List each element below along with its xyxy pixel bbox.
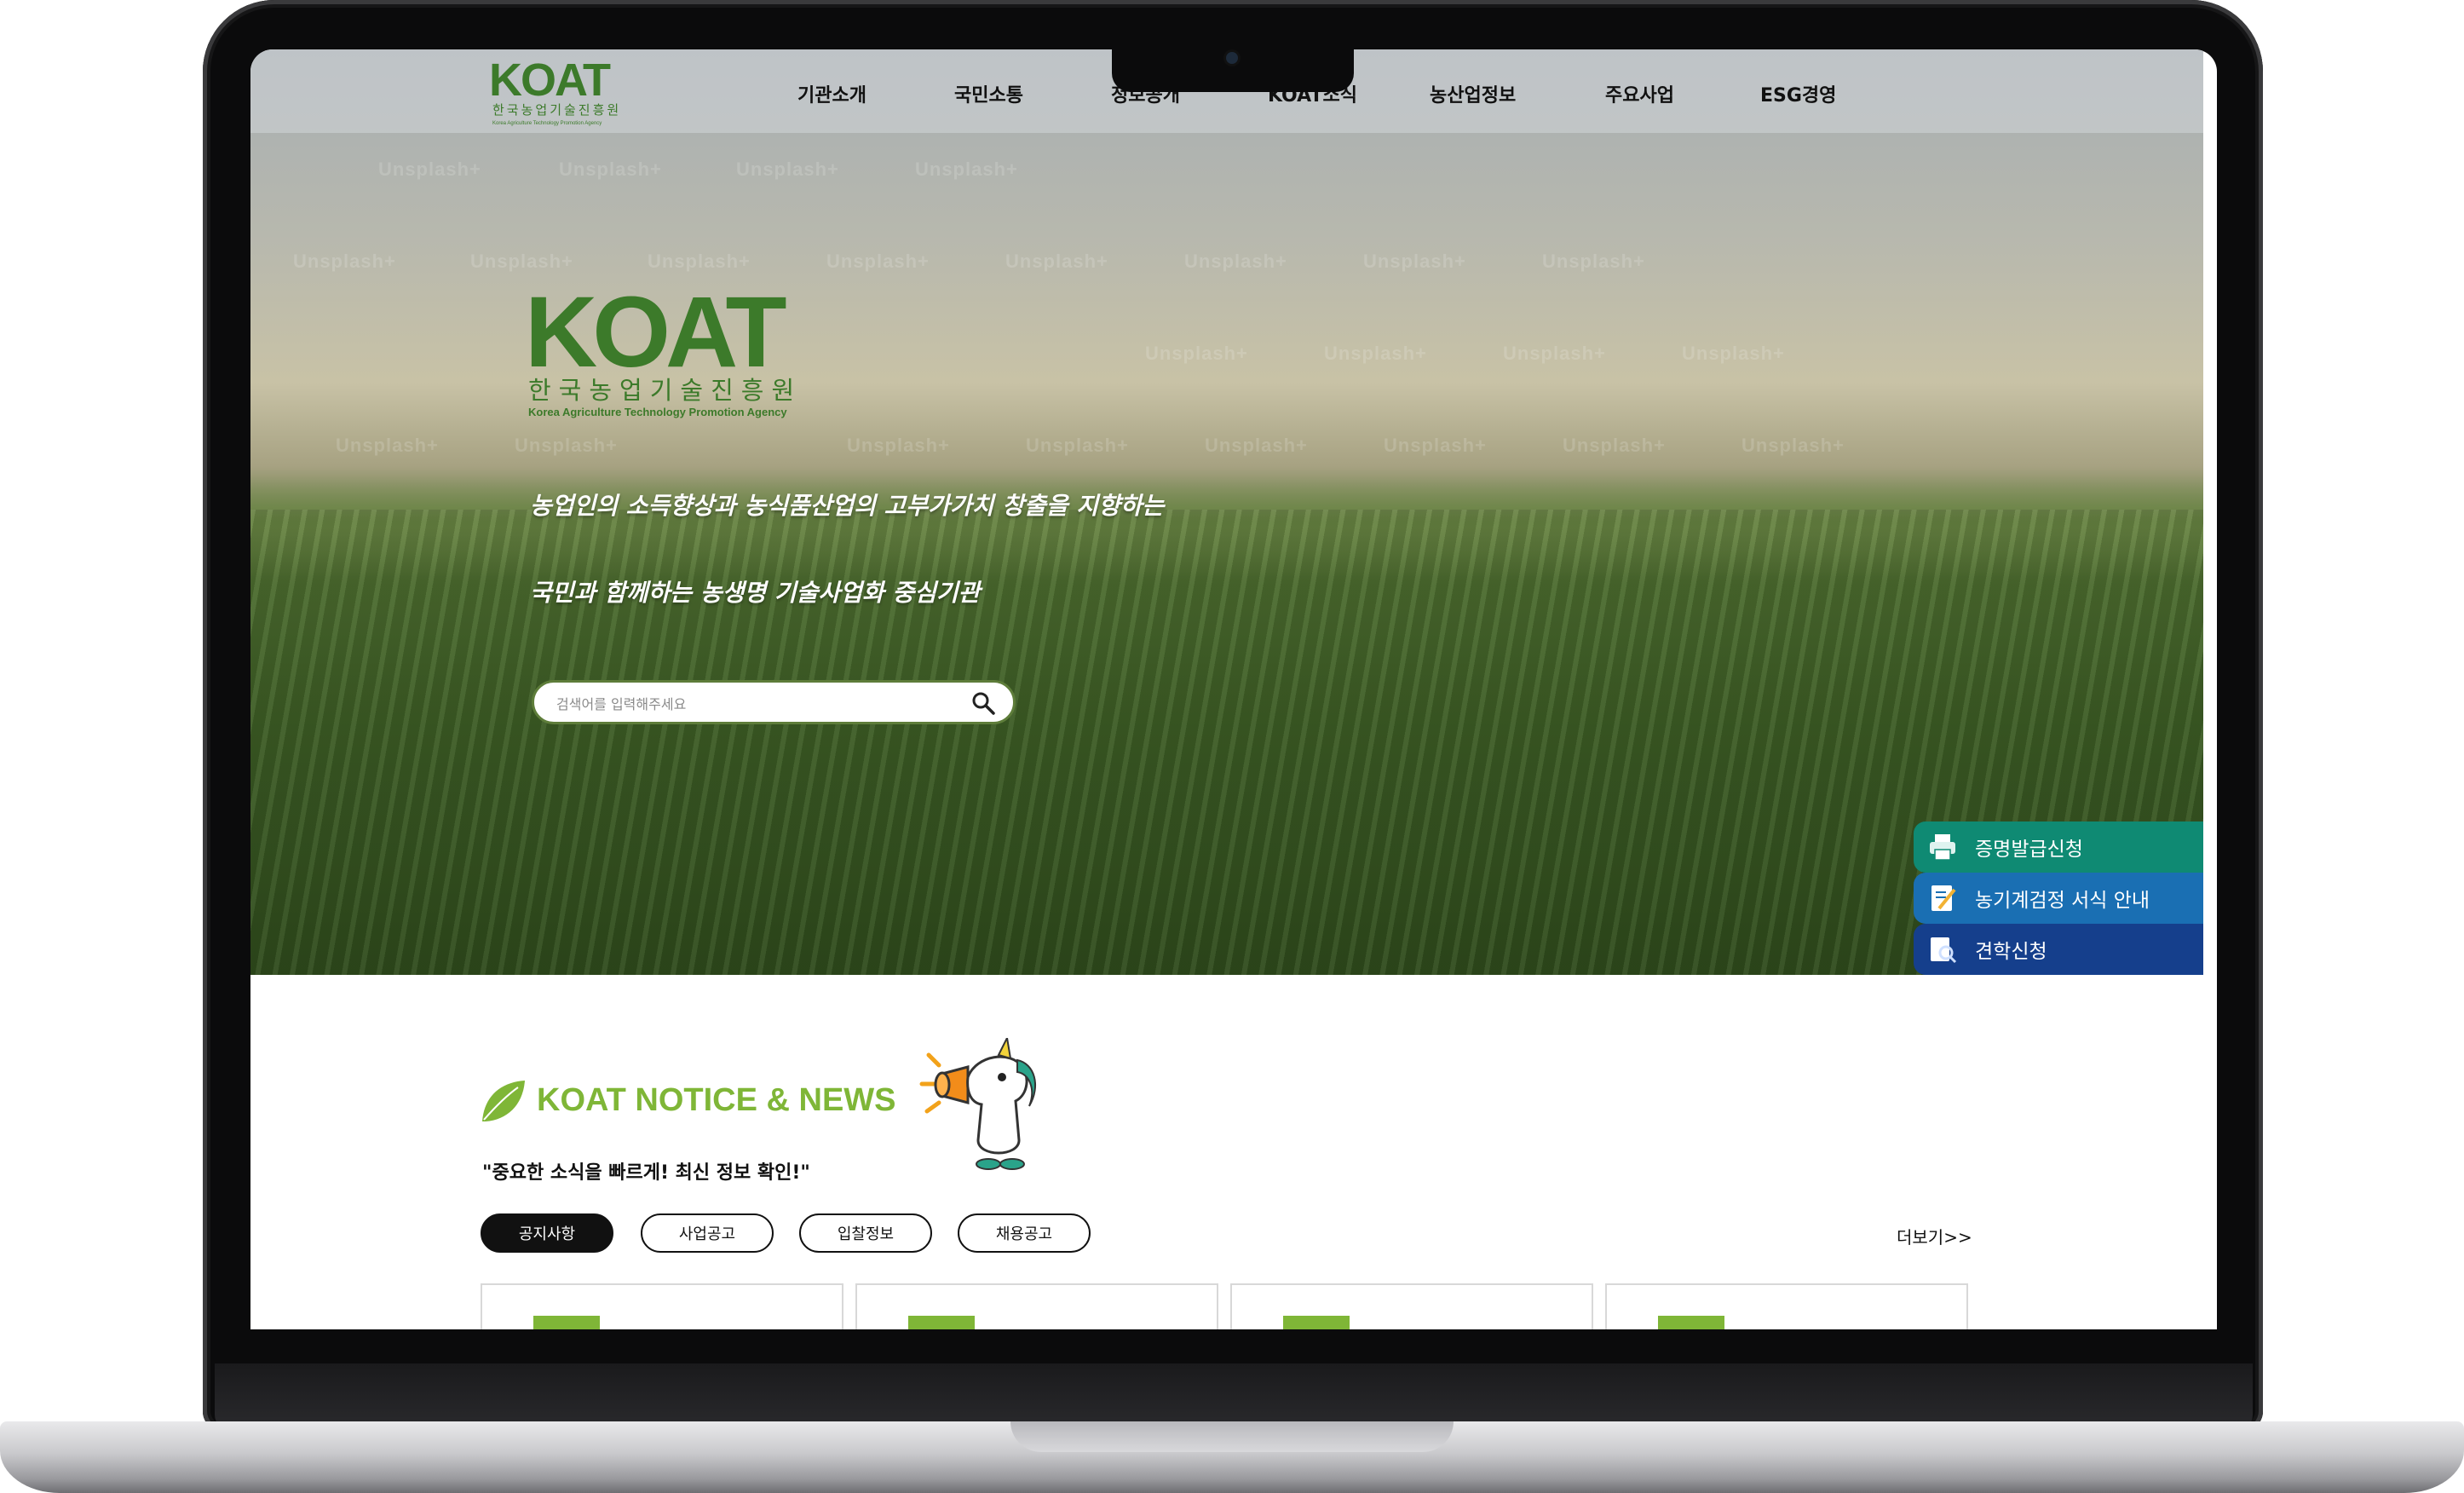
section-title: KOAT NOTICE & NEWS [537,1082,896,1118]
news-card[interactable] [1605,1283,1968,1329]
camera-icon [1226,52,1238,64]
watermark: Unsplash+ [1324,343,1427,364]
news-card[interactable] [481,1283,843,1329]
koat-logo-large: KOAT 한국농업기술진흥원 Korea Agriculture Technol… [525,281,802,418]
svg-text:KOAT: KOAT [525,281,786,389]
printer-icon [1930,834,1955,861]
quick-link-label: 증명발급신청 [1975,839,2083,861]
search-document-icon [1931,937,1957,964]
watermark: Unsplash+ [1563,435,1666,456]
laptop-thumb-notch [1010,1421,1454,1452]
quick-link-label: 농기계검정 서식 안내 [1975,890,2150,912]
search-icon[interactable] [970,690,996,716]
unicorn-mascot-image [919,1038,1037,1170]
watermark: Unsplash+ [515,435,618,456]
card-category-badge [1658,1316,1724,1329]
watermark: Unsplash+ [378,159,481,180]
tab-business-announcement[interactable]: 사업공고 [641,1213,774,1253]
watermark: Unsplash+ [736,159,839,180]
hero-banner: Unsplash+ Unsplash+ Unsplash+ Unsplash+ … [250,49,2203,975]
watermark: Unsplash+ [1503,343,1606,364]
search-box [532,680,1016,724]
watermark: Unsplash+ [1542,251,1645,272]
watermark: Unsplash+ [1384,435,1487,456]
tab-recruitment[interactable]: 채용공고 [958,1213,1091,1253]
watermark: Unsplash+ [1741,435,1845,456]
watermark: Unsplash+ [1363,251,1466,272]
browser-screen: Unsplash+ Unsplash+ Unsplash+ Unsplash+ … [250,49,2217,1329]
leaf-icon [482,1081,525,1121]
watermark: Unsplash+ [1184,251,1287,272]
tab-notice[interactable]: 공지사항 [481,1213,613,1253]
document-edit-icon [1931,885,1956,911]
svg-text:Korea Agriculture Technology P: Korea Agriculture Technology Promotion A… [492,121,602,126]
watermark: Unsplash+ [847,435,950,456]
watermark: Unsplash+ [336,435,439,456]
watermark: Unsplash+ [1205,435,1308,456]
quick-link-certificate[interactable]: 증명발급신청 [1914,821,2203,873]
hero-tagline-1: 농업인의 소득향상과 농식품산업의 고부가가치 창출을 지향하는 [530,492,1165,520]
watermark: Unsplash+ [559,159,662,180]
svg-text:KOAT: KOAT [489,56,611,106]
watermark: Unsplash+ [1005,251,1108,272]
watermark: Unsplash+ [1682,343,1785,364]
nav-item-agri-info[interactable]: 농산업정보 [1430,80,1516,107]
watermark: Unsplash+ [293,251,396,272]
watermark: Unsplash+ [648,251,751,272]
news-card[interactable] [855,1283,1218,1329]
section-subtitle: "중요한 소식을 빠르게! 최신 정보 확인!" [482,1162,810,1184]
card-category-badge [1283,1316,1350,1329]
nav-item-communication[interactable]: 국민소통 [954,80,1023,107]
tab-bid-info[interactable]: 입찰정보 [799,1213,932,1253]
watermark: Unsplash+ [1145,343,1248,364]
watermark: Unsplash+ [915,159,1018,180]
hero-tagline-2: 국민과 함께하는 농생명 기술사업화 중심기관 [530,579,981,607]
svg-text:Korea Agriculture Technology P: Korea Agriculture Technology Promotion A… [528,406,787,418]
card-category-badge [533,1316,600,1329]
nav-item-esg[interactable]: ESG경영 [1760,80,1836,107]
news-card[interactable] [1230,1283,1593,1329]
watermark: Unsplash+ [1026,435,1129,456]
camera-notch [1112,43,1354,92]
more-link[interactable]: 더보기>> [1897,1224,1972,1248]
quick-link-label: 견학신청 [1975,941,2047,963]
quick-link-tour[interactable]: 견학신청 [1914,924,2203,975]
svg-text:한국농업기술진흥원: 한국농업기술진흥원 [492,102,621,118]
search-input[interactable] [555,693,959,715]
nav-item-business[interactable]: 주요사업 [1605,80,1674,107]
nav-item-about[interactable]: 기관소개 [797,80,866,107]
koat-logo-small[interactable]: KOAT 한국농업기술진흥원 Korea Agriculture Technol… [487,56,649,128]
quick-link-machinery-forms[interactable]: 농기계검정 서식 안내 [1914,873,2203,924]
svg-text:한국농업기술진흥원: 한국농업기술진흥원 [528,376,802,405]
watermark: Unsplash+ [470,251,573,272]
watermark: Unsplash+ [826,251,930,272]
card-category-badge [908,1316,975,1329]
